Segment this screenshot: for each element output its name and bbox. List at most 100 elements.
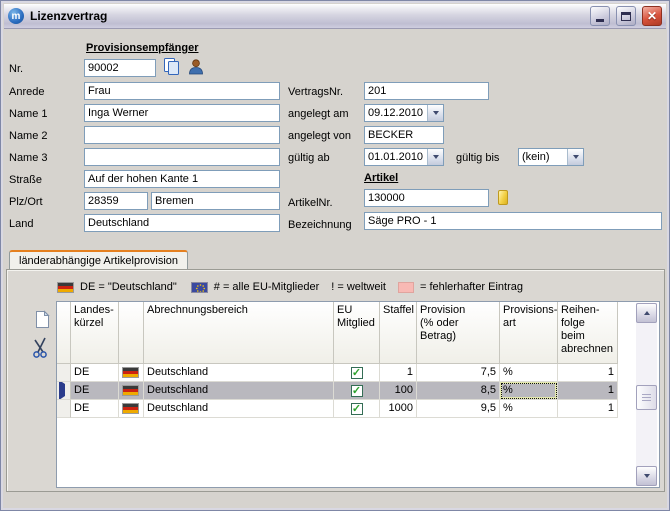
cell-abrechnungsbereich[interactable]: Deutschland xyxy=(144,364,334,382)
header-abrechnungsbereich[interactable]: Abrechnungsbereich xyxy=(144,302,334,364)
plz-field[interactable]: 28359 xyxy=(84,192,148,210)
cell-staffel[interactable]: 1 xyxy=(380,364,417,382)
provision-grid: Landes- kürzel Abrechnungsbereich EU Mit… xyxy=(56,301,660,488)
anrede-label: Anrede xyxy=(9,86,44,98)
cell-eu-mitglied[interactable]: ✓ xyxy=(334,364,380,382)
gueltig-ab-dropdown-button[interactable] xyxy=(427,149,443,165)
cell-provisionsart-focused[interactable]: % xyxy=(500,382,558,400)
gueltig-bis-select[interactable]: (kein) xyxy=(518,148,584,166)
header-landeskuerzel[interactable]: Landes- kürzel xyxy=(71,302,119,364)
strasse-label: Straße xyxy=(9,174,42,186)
artikel-heading: Artikel xyxy=(364,172,398,184)
ort-field[interactable]: Bremen xyxy=(151,192,280,210)
cell-reihenfolge[interactable]: 1 xyxy=(558,400,618,418)
table-row[interactable]: DE Deutschland ✓ 1000 9,5 % 1 xyxy=(57,400,618,418)
cell-abrechnungsbereich[interactable]: Deutschland xyxy=(144,400,334,418)
new-row-icon[interactable] xyxy=(34,310,52,330)
person-icon[interactable] xyxy=(187,58,205,76)
header-reihenfolge[interactable]: Reihen- folge beim abrechnen xyxy=(558,302,618,364)
cell-eu-mitglied[interactable]: ✓ xyxy=(334,400,380,418)
angelegt-von-label: angelegt von xyxy=(288,130,351,142)
nr-field[interactable]: 90002 xyxy=(84,59,156,77)
cell-flag[interactable] xyxy=(119,364,144,382)
bezeichnung-label: Bezeichnung xyxy=(288,219,352,231)
germany-flag-icon xyxy=(122,403,139,414)
cell-provisionsart[interactable]: % xyxy=(500,364,558,382)
cell-reihenfolge[interactable]: 1 xyxy=(558,364,618,382)
gueltig-ab-label: gültig ab xyxy=(288,152,330,164)
land-field[interactable]: Deutschland xyxy=(84,214,280,232)
cut-icon[interactable] xyxy=(31,336,53,360)
row-indicator xyxy=(57,364,71,382)
anrede-field[interactable]: Frau xyxy=(84,82,280,100)
cell-flag[interactable] xyxy=(119,382,144,400)
table-header-row: Landes- kürzel Abrechnungsbereich EU Mit… xyxy=(57,302,618,364)
header-indicator xyxy=(57,302,71,364)
tab-artikelprovision[interactable]: länderabhängige Artikelprovision xyxy=(9,250,188,270)
checked-checkbox-icon[interactable]: ✓ xyxy=(351,385,363,397)
arrow-up-icon xyxy=(644,311,650,315)
name3-field[interactable] xyxy=(84,148,280,166)
header-provision[interactable]: Provision (% oder Betrag) xyxy=(417,302,500,364)
eu-flag-icon xyxy=(191,282,208,293)
gueltig-bis-value: (kein) xyxy=(519,149,567,165)
minimize-button[interactable] xyxy=(590,6,610,26)
gueltig-bis-dropdown-button[interactable] xyxy=(567,149,583,165)
copy-icon[interactable] xyxy=(162,57,182,77)
checked-checkbox-icon[interactable]: ✓ xyxy=(351,403,363,415)
header-staffel[interactable]: Staffel xyxy=(380,302,417,364)
thumb-grip-icon xyxy=(642,394,651,402)
land-label: Land xyxy=(9,218,33,230)
vertragsnr-field[interactable]: 201 xyxy=(364,82,489,100)
vertragsnr-label: VertragsNr. xyxy=(288,86,343,98)
plzort-label: Plz/Ort xyxy=(9,196,43,208)
table-row-selected[interactable]: DE Deutschland ✓ 100 8,5 % 1 xyxy=(57,382,618,400)
nr-label: Nr. xyxy=(9,63,23,75)
legend-fehler-text: = fehlerhafter Eintrag xyxy=(420,281,523,293)
cell-provision[interactable]: 7,5 xyxy=(417,364,500,382)
cell-landeskuerzel[interactable]: DE xyxy=(71,400,119,418)
row-indicator xyxy=(57,400,71,418)
angelegt-am-dropdown-button[interactable] xyxy=(427,105,443,121)
scrollbar-down-button[interactable] xyxy=(636,466,657,486)
title-bar[interactable]: m Lizenzvertrag ✕ xyxy=(4,4,666,29)
angelegt-am-value: 09.12.2010 xyxy=(365,105,427,121)
legend-weltweit-text: ! = weltweit xyxy=(331,281,386,293)
cell-eu-mitglied[interactable]: ✓ xyxy=(334,382,380,400)
cell-landeskuerzel[interactable]: DE xyxy=(71,382,119,400)
artikel-lookup-icon[interactable] xyxy=(498,190,508,205)
angelegt-am-datepicker[interactable]: 09.12.2010 xyxy=(364,104,444,122)
cell-staffel[interactable]: 100 xyxy=(380,382,417,400)
artikelnr-field[interactable]: 130000 xyxy=(364,189,489,207)
germany-flag-icon xyxy=(57,282,74,293)
cell-staffel[interactable]: 1000 xyxy=(380,400,417,418)
angelegt-von-field[interactable]: BECKER xyxy=(364,126,444,144)
row-indicator xyxy=(57,382,71,400)
header-provisionsart[interactable]: Provisions- art xyxy=(500,302,558,364)
cell-abrechnungsbereich[interactable]: Deutschland xyxy=(144,382,334,400)
cell-provisionsart[interactable]: % xyxy=(500,400,558,418)
cell-provision[interactable]: 9,5 xyxy=(417,400,500,418)
close-button[interactable]: ✕ xyxy=(642,6,662,26)
vertical-scrollbar[interactable] xyxy=(636,303,657,486)
table-row[interactable]: DE Deutschland ✓ 1 7,5 % 1 xyxy=(57,364,618,382)
name1-field[interactable]: Inga Werner xyxy=(84,104,280,122)
checked-checkbox-icon[interactable]: ✓ xyxy=(351,367,363,379)
name2-field[interactable] xyxy=(84,126,280,144)
header-flag[interactable] xyxy=(119,302,144,364)
name3-label: Name 3 xyxy=(9,152,48,164)
cell-landeskuerzel[interactable]: DE xyxy=(71,364,119,382)
provision-table: Landes- kürzel Abrechnungsbereich EU Mit… xyxy=(57,302,618,418)
bezeichnung-field[interactable]: Säge PRO - 1 xyxy=(364,212,662,230)
germany-flag-icon xyxy=(122,367,139,378)
header-eu-mitglied[interactable]: EU Mitglied xyxy=(334,302,380,364)
scrollbar-up-button[interactable] xyxy=(636,303,657,323)
window-title: Lizenzvertrag xyxy=(28,9,584,23)
maximize-button[interactable] xyxy=(616,6,636,26)
gueltig-ab-datepicker[interactable]: 01.01.2010 xyxy=(364,148,444,166)
cell-reihenfolge[interactable]: 1 xyxy=(558,382,618,400)
cell-provision[interactable]: 8,5 xyxy=(417,382,500,400)
cell-flag[interactable] xyxy=(119,400,144,418)
strasse-field[interactable]: Auf der hohen Kante 1 xyxy=(84,170,280,188)
scrollbar-thumb[interactable] xyxy=(636,385,657,410)
